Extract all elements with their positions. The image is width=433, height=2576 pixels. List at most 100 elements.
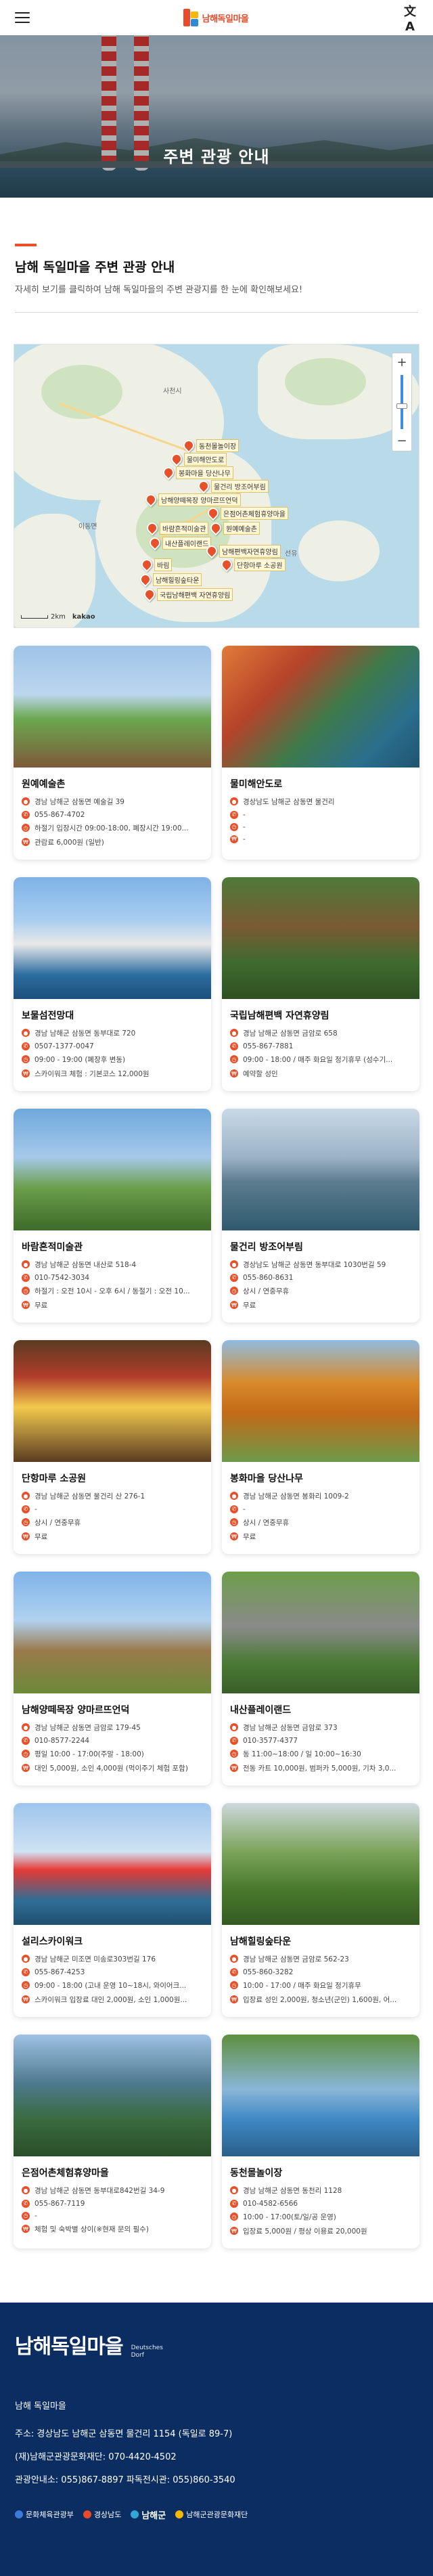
- attraction-fee: ₩ 입장료 5,000원 / 평상 이용료 20,000원: [230, 2226, 411, 2236]
- map-pin-icon: [144, 520, 160, 536]
- attraction-photo[interactable]: [14, 645, 211, 768]
- fee-icon: ₩: [230, 1069, 238, 1078]
- place-label: 이동면: [78, 523, 97, 531]
- attraction-hours: ◷ 하절기 입장시간 09:00-18:00, 폐장시간 19:00...: [22, 823, 203, 833]
- attraction-address: ● 경남 남해군 삼동면 봉화리 1009-2: [230, 1491, 411, 1501]
- attraction-phone: ✆ 055-860-3282: [230, 1968, 411, 1976]
- attraction-photo[interactable]: [14, 2034, 211, 2156]
- hamburger-menu-icon[interactable]: [15, 12, 30, 23]
- attraction-photo[interactable]: [14, 876, 211, 999]
- location-pin-icon: ●: [22, 1955, 30, 1963]
- attraction-card[interactable]: 봉화마을 당산나무 ● 경남 남해군 삼동면 봉화리 1009-2 ✆ - ◷ 상시 / 연…: [222, 1339, 419, 1554]
- zoom-in-button[interactable]: +: [392, 353, 411, 372]
- partner-logo[interactable]: 경상남도: [83, 2509, 121, 2520]
- attraction-photo[interactable]: [14, 1571, 211, 1693]
- attraction-card[interactable]: 동천몰놀이장 ● 경남 남해군 삼동면 동천리 1128 ✆ 010-4582-6566…: [222, 2034, 419, 2248]
- attraction-title: 남해힐링숲타운: [230, 1936, 292, 1947]
- attraction-card[interactable]: 남해양떼목장 양마르뜨언덕 ● 경남 남해군 삼동면 금암로 179-45 ✆ 010-…: [14, 1571, 211, 1785]
- attraction-photo[interactable]: [14, 1802, 211, 1925]
- attraction-photo[interactable]: [222, 2034, 419, 2156]
- attraction-title: 내산플레이랜드: [230, 1704, 292, 1716]
- attraction-photo[interactable]: [222, 876, 419, 999]
- map-marker[interactable]: 단항마루 소공원: [219, 556, 286, 573]
- map-marker[interactable]: 내산플레이랜드: [147, 535, 212, 551]
- attraction-address: ● 경남 남해군 삼동면 동부대로842번길 34-9: [22, 2185, 203, 2196]
- attraction-hours: ◷ 10:00 - 17:00(토/일/공 운영): [230, 2212, 411, 2222]
- map-marker[interactable]: 국립남해편백 자연휴양림: [141, 586, 233, 602]
- map-marker[interactable]: 동천몰놀이장: [181, 437, 240, 453]
- attraction-phone: ✆ -: [230, 1505, 411, 1513]
- attraction-card[interactable]: 물건리 방조어부림 ● 경상남도 남해군 삼동면 동부대로 1030번길 59 ✆ 05…: [222, 1108, 419, 1323]
- fee-icon: ₩: [230, 1532, 238, 1540]
- translate-icon[interactable]: 文A: [402, 2, 418, 34]
- phone-icon: ✆: [22, 1736, 30, 1745]
- kakao-map[interactable]: 이동면 사천시 선유 동천몰놀이장 물미해안도로 봉화마을 당산나무 물건리 방…: [14, 343, 419, 628]
- location-pin-icon: ●: [22, 2186, 30, 2194]
- attraction-phone: ✆ 055-867-7881: [230, 1042, 411, 1050]
- fee-icon: ₩: [230, 1995, 238, 2003]
- map-marker[interactable]: 물건리 방조어부림: [196, 478, 269, 494]
- place-label: 선유: [285, 550, 298, 558]
- attraction-card[interactable]: 물미해안도로 ● 경상남도 남해군 삼동면 물건리 ✆ - ◷ - ₩ -: [222, 645, 419, 860]
- hero-title: 주변 관광 안내: [163, 148, 270, 166]
- attraction-address: ● 경상남도 남해군 삼동면 동부대로 1030번길 59: [230, 1260, 411, 1270]
- zoom-out-button[interactable]: −: [392, 432, 411, 451]
- partner-logo[interactable]: 남해군: [131, 2508, 166, 2521]
- clock-icon: ◷: [22, 1750, 30, 1758]
- attraction-hours: ◷ 하절기 : 오전 10시 - 오후 6시 / 동절기 : 오전 10...: [22, 1286, 203, 1296]
- attraction-fee: ₩ 무료: [22, 1532, 203, 1542]
- site-logo[interactable]: 남해독일마을: [183, 9, 249, 26]
- fee-icon: ₩: [22, 1995, 30, 2003]
- section-heading: 남해 독일마을 주변 관광 안내: [15, 260, 175, 275]
- attraction-photo[interactable]: [222, 1802, 419, 1925]
- location-pin-icon: ●: [230, 1492, 238, 1500]
- attraction-title: 단항마루 소공원: [22, 1473, 87, 1484]
- partner-logo[interactable]: 남해군관광문화재단: [175, 2509, 248, 2520]
- map-pin-icon: [147, 535, 163, 551]
- attraction-hours: ◷ 09:00 - 18:00 / 매주 화요일 정기휴무 (성수기...: [230, 1054, 411, 1065]
- attraction-hours: ◷ 09:00 - 18:00 (고내 운영 10~18시, 와이어크...: [22, 1980, 203, 1991]
- attraction-photo[interactable]: [222, 645, 419, 768]
- map-marker[interactable]: 물미해안도로: [168, 451, 227, 467]
- map-marker[interactable]: 남해힐링숲타운: [137, 571, 202, 587]
- attraction-address: ● 경남 남해군 삼동면 금암로 179-45: [22, 1723, 203, 1733]
- attraction-title: 남해양떼목장 양마르뜨언덕: [22, 1704, 130, 1716]
- attraction-phone: ✆ -: [230, 810, 411, 819]
- attraction-card[interactable]: 단항마루 소공원 ● 경남 남해군 삼동면 물건리 산 276-1 ✆ - ◷ 상시 / 연…: [14, 1339, 211, 1554]
- zoom-slider[interactable]: [396, 374, 407, 429]
- map-marker[interactable]: 바람흔적미술관: [144, 520, 209, 536]
- location-pin-icon: ●: [230, 797, 238, 805]
- map-marker[interactable]: 봉화마을 당산나무: [160, 464, 233, 481]
- attraction-card[interactable]: 바람흔적미술관 ● 경남 남해군 삼동면 내산로 518-4 ✆ 010-7542-30…: [14, 1108, 211, 1323]
- attraction-card[interactable]: 은점어촌체험휴양마을 ● 경남 남해군 삼동면 동부대로842번길 34-9 ✆ 055…: [14, 2034, 211, 2248]
- partner-logos: 문화체육관광부 경상남도 남해군 남해군관광문화재단: [15, 2508, 418, 2521]
- attraction-address: ● 경남 남해군 삼동면 금암로 562-23: [230, 1954, 411, 1964]
- zoom-slider-knob[interactable]: [396, 403, 407, 409]
- map-marker[interactable]: 남해양떼목장 양마르뜨언덕: [143, 491, 241, 508]
- phone-icon: ✆: [230, 1736, 238, 1745]
- footer-org-phone: (재)남해군관광문화재단: 070-4420-4502: [15, 2451, 177, 2462]
- attraction-card[interactable]: 원예예술촌 ● 경남 남해군 삼동면 예술길 39 ✆ 055-867-4702 ◷ 하절기…: [14, 645, 211, 860]
- attraction-card[interactable]: 국립남해편백 자연휴양림 ● 경남 남해군 삼동면 금암로 658 ✆ 055-867-…: [222, 876, 419, 1091]
- map-marker[interactable]: 은점어촌체험휴양마을: [205, 505, 288, 521]
- attraction-card[interactable]: 설리스카이워크 ● 경남 남해군 미조면 미송로303번길 176 ✆ 055-867-…: [14, 1802, 211, 2017]
- attraction-fee: ₩ 체험 및 숙박별 상이(※현재 문의 필수): [22, 2224, 203, 2234]
- attraction-card[interactable]: 남해힐링숲타운 ● 경남 남해군 삼동면 금암로 562-23 ✆ 055-860-32…: [222, 1802, 419, 2017]
- attraction-card[interactable]: 내산플레이랜드 ● 경남 남해군 삼동면 금암로 373 ✆ 010-3577-4377…: [222, 1571, 419, 1785]
- map-marker[interactable]: 남해편백자연휴양림: [204, 543, 281, 559]
- attraction-photo[interactable]: [222, 1339, 419, 1462]
- attraction-photo[interactable]: [222, 1571, 419, 1693]
- map-marker[interactable]: 원예예술촌: [208, 520, 260, 536]
- attraction-address: ● 경남 남해군 삼동면 물건리 산 276-1: [22, 1491, 203, 1501]
- clock-icon: ◷: [22, 1055, 30, 1063]
- attraction-card[interactable]: 보물섬전망대 ● 경남 남해군 삼동면 동부대로 720 ✆ 0507-1377-004…: [14, 876, 211, 1091]
- partner-logo[interactable]: 문화체육관광부: [15, 2509, 74, 2520]
- attraction-fee: ₩ -: [230, 835, 411, 843]
- attraction-photo[interactable]: [14, 1339, 211, 1462]
- attraction-grid: 원예예술촌 ● 경남 남해군 삼동면 예술길 39 ✆ 055-867-4702 ◷ 하절기…: [0, 628, 433, 2248]
- attraction-photo[interactable]: [14, 1108, 211, 1230]
- map-marker[interactable]: 바림: [139, 556, 173, 573]
- attraction-photo[interactable]: [222, 1108, 419, 1230]
- fee-icon: ₩: [230, 1301, 238, 1309]
- top-bar: 남해독일마을 文A: [0, 0, 433, 35]
